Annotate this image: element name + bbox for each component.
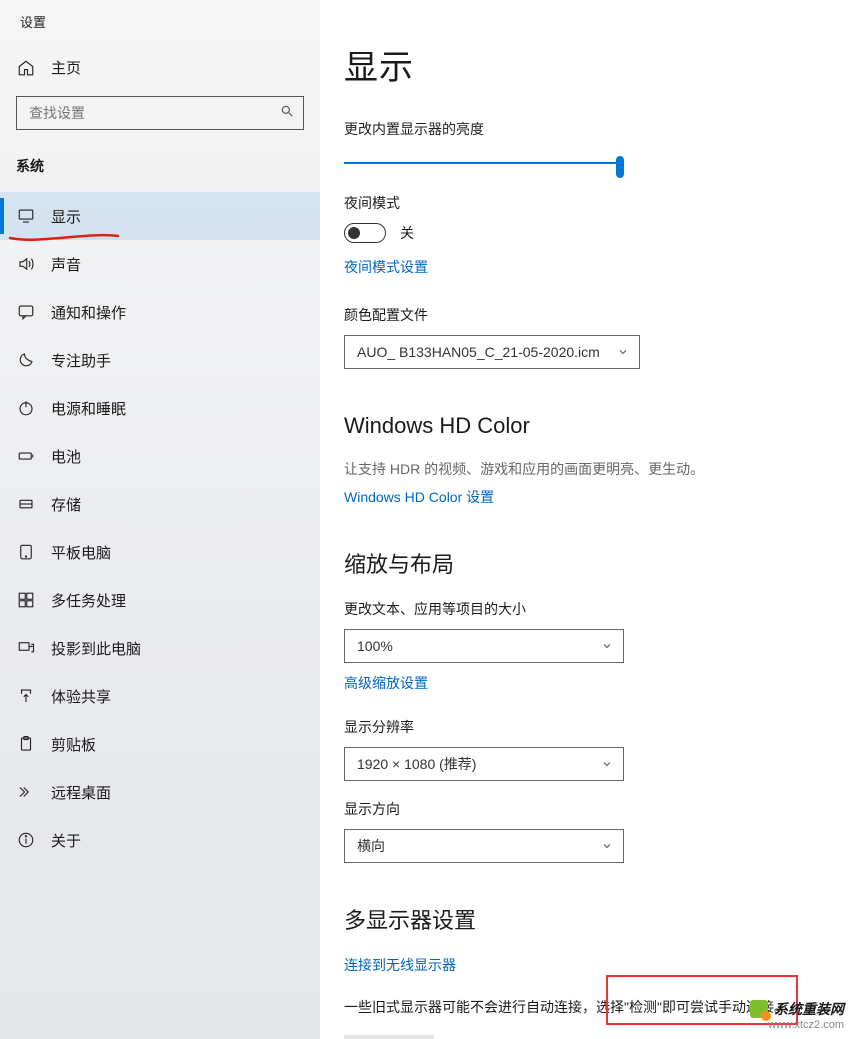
night-mode-state: 关: [400, 223, 414, 243]
advanced-scale-link[interactable]: 高级缩放设置: [344, 673, 428, 693]
multi-desc: 一些旧式显示器可能不会进行自动连接，选择"检测"即可尝试手动连接。: [344, 997, 828, 1017]
chevron-down-icon: [601, 758, 613, 770]
wireless-display-link[interactable]: 连接到无线显示器: [344, 955, 456, 975]
battery-icon: [17, 447, 35, 465]
page-title: 显示: [344, 40, 828, 89]
orientation-label: 显示方向: [344, 799, 828, 819]
moon-icon: [17, 351, 35, 369]
night-mode-toggle[interactable]: [344, 223, 386, 243]
nav-list: 显示声音通知和操作专注助手电源和睡眠电池存储平板电脑多任务处理投影到此电脑体验共…: [0, 192, 320, 864]
detect-button[interactable]: 检测: [344, 1035, 434, 1039]
sidebar-item-multitask[interactable]: 多任务处理: [0, 576, 320, 624]
sidebar-item-label: 通知和操作: [51, 302, 126, 323]
clipboard-icon: [17, 735, 35, 753]
color-profile-value: AUO_ B133HAN05_C_21-05-2020.icm: [357, 344, 600, 360]
sidebar-item-sound[interactable]: 声音: [0, 240, 320, 288]
brightness-slider[interactable]: [344, 151, 624, 175]
chevron-down-icon: [601, 840, 613, 852]
sidebar-item-focus[interactable]: 专注助手: [0, 336, 320, 384]
chevron-down-icon: [617, 346, 629, 358]
search-input[interactable]: [16, 96, 304, 130]
main-panel: 显示 更改内置显示器的亮度 夜间模式 关 夜间模式设置 颜色配置文件 AUO_ …: [320, 0, 852, 1039]
sidebar: 设置 主页 系统 显示声音通知和操作专注助手电源和睡眠电池存储平板电脑多任务处理…: [0, 0, 320, 1039]
power-icon: [17, 399, 35, 417]
info-icon: [17, 831, 35, 849]
search-container: [0, 88, 320, 144]
app-title: 设置: [0, 0, 320, 47]
resolution-value: 1920 × 1080 (推荐): [357, 754, 476, 774]
sidebar-item-power[interactable]: 电源和睡眠: [0, 384, 320, 432]
sidebar-item-remote[interactable]: 远程桌面: [0, 768, 320, 816]
sidebar-item-shared[interactable]: 体验共享: [0, 672, 320, 720]
sidebar-item-tablet[interactable]: 平板电脑: [0, 528, 320, 576]
chevron-down-icon: [601, 640, 613, 652]
brightness-label: 更改内置显示器的亮度: [344, 119, 828, 139]
tablet-icon: [17, 543, 35, 561]
sidebar-item-project[interactable]: 投影到此电脑: [0, 624, 320, 672]
resolution-select[interactable]: 1920 × 1080 (推荐): [344, 747, 624, 781]
slider-thumb: [616, 156, 624, 178]
night-mode-label: 夜间模式: [344, 193, 828, 213]
home-icon: [17, 59, 35, 77]
text-size-label: 更改文本、应用等项目的大小: [344, 599, 828, 619]
category-label: 系统: [0, 144, 320, 192]
sidebar-item-label: 多任务处理: [51, 590, 126, 611]
share-icon: [17, 687, 35, 705]
sidebar-item-notifications[interactable]: 通知和操作: [0, 288, 320, 336]
multi-title: 多显示器设置: [344, 903, 828, 935]
sidebar-item-label: 电池: [51, 446, 81, 467]
sidebar-item-display[interactable]: 显示: [0, 192, 320, 240]
sidebar-item-label: 平板电脑: [51, 542, 111, 563]
project-icon: [17, 639, 35, 657]
remote-icon: [17, 783, 35, 801]
sidebar-item-battery[interactable]: 电池: [0, 432, 320, 480]
sidebar-item-label: 专注助手: [51, 350, 111, 371]
sidebar-item-label: 显示: [51, 206, 81, 227]
color-profile-label: 颜色配置文件: [344, 305, 828, 325]
sidebar-item-label: 声音: [51, 254, 81, 275]
hdcolor-title: Windows HD Color: [344, 413, 828, 439]
text-size-value: 100%: [357, 638, 393, 654]
sidebar-item-label: 关于: [51, 830, 81, 851]
scale-title: 缩放与布局: [344, 547, 828, 579]
search-icon: [280, 104, 294, 118]
text-size-select[interactable]: 100%: [344, 629, 624, 663]
speaker-icon: [17, 255, 35, 273]
orientation-value: 横向: [357, 836, 385, 856]
sidebar-item-label: 剪贴板: [51, 734, 96, 755]
multitask-icon: [17, 591, 35, 609]
sidebar-item-label: 远程桌面: [51, 782, 111, 803]
hdcolor-link[interactable]: Windows HD Color 设置: [344, 487, 494, 507]
home-label: 主页: [51, 57, 81, 78]
color-profile-select[interactable]: AUO_ B133HAN05_C_21-05-2020.icm: [344, 335, 640, 369]
sidebar-item-label: 体验共享: [51, 686, 111, 707]
sidebar-item-label: 电源和睡眠: [51, 398, 126, 419]
slider-track: [344, 162, 624, 164]
night-mode-settings-link[interactable]: 夜间模式设置: [344, 257, 428, 277]
storage-icon: [17, 495, 35, 513]
sidebar-item-storage[interactable]: 存储: [0, 480, 320, 528]
sidebar-item-about[interactable]: 关于: [0, 816, 320, 864]
sidebar-item-label: 投影到此电脑: [51, 638, 141, 659]
orientation-select[interactable]: 横向: [344, 829, 624, 863]
bubble-icon: [17, 303, 35, 321]
toggle-knob: [348, 227, 360, 239]
resolution-label: 显示分辨率: [344, 717, 828, 737]
home-nav[interactable]: 主页: [0, 47, 320, 88]
hdcolor-desc: 让支持 HDR 的视频、游戏和应用的画面更明亮、更生动。: [344, 459, 828, 479]
sidebar-item-label: 存储: [51, 494, 81, 515]
monitor-icon: [17, 207, 35, 225]
sidebar-item-clipboard[interactable]: 剪贴板: [0, 720, 320, 768]
